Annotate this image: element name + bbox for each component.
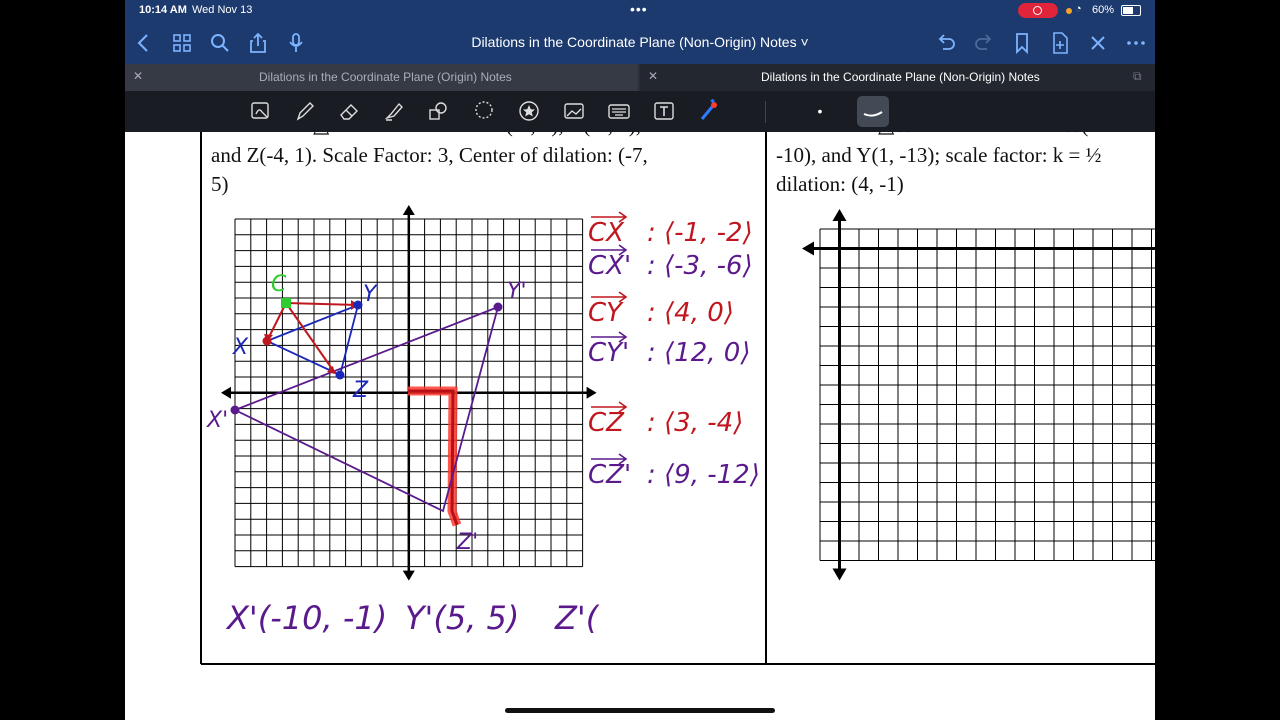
eraser-icon[interactable] <box>337 99 361 123</box>
point-x-label: X <box>232 335 249 360</box>
close-icon[interactable] <box>1085 30 1111 56</box>
document-title[interactable]: Dilations in the Coordinate Plane (Non-O… <box>125 34 1155 50</box>
undo-icon[interactable] <box>933 30 959 56</box>
vector-value: : ⟨9, -12⟩ <box>647 460 760 490</box>
pen-size-small[interactable]: • <box>805 99 835 123</box>
status-date: Wed Nov 13 <box>192 4 253 16</box>
stroke-preview-icon <box>863 111 883 117</box>
vertex-point-4 <box>493 302 503 312</box>
point-y-prime-label: Y' <box>507 279 527 304</box>
keyboard-icon[interactable] <box>607 99 631 123</box>
center-point <box>281 298 291 308</box>
handwriting-layer[interactable]: C X Y Z X' Y' Z' CX: ⟨-1, -2⟩CX': ⟨-3, -… <box>125 91 785 720</box>
vector-value: : ⟨12, 0⟩ <box>647 338 750 368</box>
point-z-prime-label: Z' <box>456 530 478 555</box>
add-page-icon[interactable] <box>1047 30 1073 56</box>
pen-stroke-selected[interactable] <box>857 96 889 127</box>
pen-icon[interactable] <box>293 99 317 123</box>
vector-value: : ⟨-1, -2⟩ <box>647 218 753 248</box>
answer-x-prime: X'(-10, -1) <box>225 599 387 637</box>
status-bar: 10:14 AM Wed Nov 13 ••• ◔ 60% <box>125 0 1155 22</box>
vector-value: : ⟨4, 0⟩ <box>647 298 734 328</box>
home-indicator[interactable] <box>505 708 775 713</box>
center-vector-1 <box>285 302 359 306</box>
notes-page[interactable]: 1. Consider △XYZ with vertices X(-8, 3),… <box>125 91 1155 720</box>
shapes-icon[interactable] <box>426 99 450 123</box>
wifi-icon: ◔ <box>1075 3 1082 15</box>
vertex-point-0 <box>262 336 272 346</box>
vector-value: : ⟨-3, -6⟩ <box>647 251 753 281</box>
battery-icon <box>1121 5 1141 16</box>
sticker-icon[interactable] <box>517 99 541 123</box>
vertex-point-1 <box>353 300 363 310</box>
status-time: 10:14 AM <box>139 4 187 16</box>
document-tabs: ✕ Dilations in the Coordinate Plane (Ori… <box>125 64 1155 91</box>
lasso-icon[interactable] <box>472 99 496 123</box>
answer-z-prime: Z'( <box>554 599 600 637</box>
y-axis-arrow-up <box>832 209 847 221</box>
close-tab-icon[interactable]: ✕ <box>648 69 658 83</box>
answer-y-prime: Y'(5, 5) <box>405 599 519 637</box>
tab-label: Dilations in the Coordinate Plane (Non-O… <box>761 70 1040 84</box>
vector-notation: CZ' <box>588 460 631 490</box>
x-axis-arrow-left <box>802 241 814 256</box>
point-x-prime-label: X' <box>206 408 228 433</box>
vertex-point-2 <box>335 370 345 380</box>
more-icon[interactable] <box>1123 30 1149 56</box>
tab-label: Dilations in the Coordinate Plane (Origi… <box>259 70 512 84</box>
point-z-label: Z <box>352 378 369 403</box>
vector-notation: CX' <box>588 251 631 281</box>
close-tab-icon[interactable]: ✕ <box>133 69 143 83</box>
nav-bar: Dilations in the Coordinate Plane (Non-O… <box>125 22 1155 64</box>
laser-pointer-icon[interactable]: ✱ <box>696 99 720 123</box>
center-label: C <box>271 272 287 297</box>
vector-notation: CY' <box>588 338 629 368</box>
center-vector-2 <box>285 302 336 374</box>
red-highlight-stroke <box>408 386 462 527</box>
y-axis-arrow-down <box>832 568 847 581</box>
svg-text:✱: ✱ <box>710 99 715 105</box>
vector-value: : ⟨3, -4⟩ <box>647 408 743 438</box>
vertex-point-3 <box>230 405 240 415</box>
split-view-icon[interactable]: ⧉ <box>1133 69 1142 84</box>
point-y-label: Y <box>363 282 378 307</box>
coordinate-grid-2[interactable] <box>785 91 1155 720</box>
tab-non-origin-notes[interactable]: ✕ Dilations in the Coordinate Plane (Non… <box>640 64 1155 91</box>
image-icon[interactable] <box>562 99 586 123</box>
ipad-screen: 10:14 AM Wed Nov 13 ••• ◔ 60% Dilations … <box>125 0 1155 720</box>
battery-percent: 60% <box>1092 4 1115 16</box>
text-icon[interactable] <box>652 99 676 123</box>
lasso-ink-icon[interactable] <box>249 99 273 123</box>
mic-indicator-icon <box>1066 8 1072 14</box>
highlighter-icon[interactable] <box>382 99 406 123</box>
multitasking-dots-icon[interactable]: ••• <box>630 1 648 17</box>
redo-icon[interactable] <box>971 30 997 56</box>
toolbar-divider <box>765 101 766 123</box>
tab-origin-notes[interactable]: ✕ Dilations in the Coordinate Plane (Ori… <box>125 64 638 91</box>
drawing-toolbar: ✱ • <box>125 91 1155 132</box>
vector-notation: CY <box>588 298 624 328</box>
screen-recording-icon[interactable] <box>1018 3 1058 18</box>
bookmark-icon[interactable] <box>1009 30 1035 56</box>
